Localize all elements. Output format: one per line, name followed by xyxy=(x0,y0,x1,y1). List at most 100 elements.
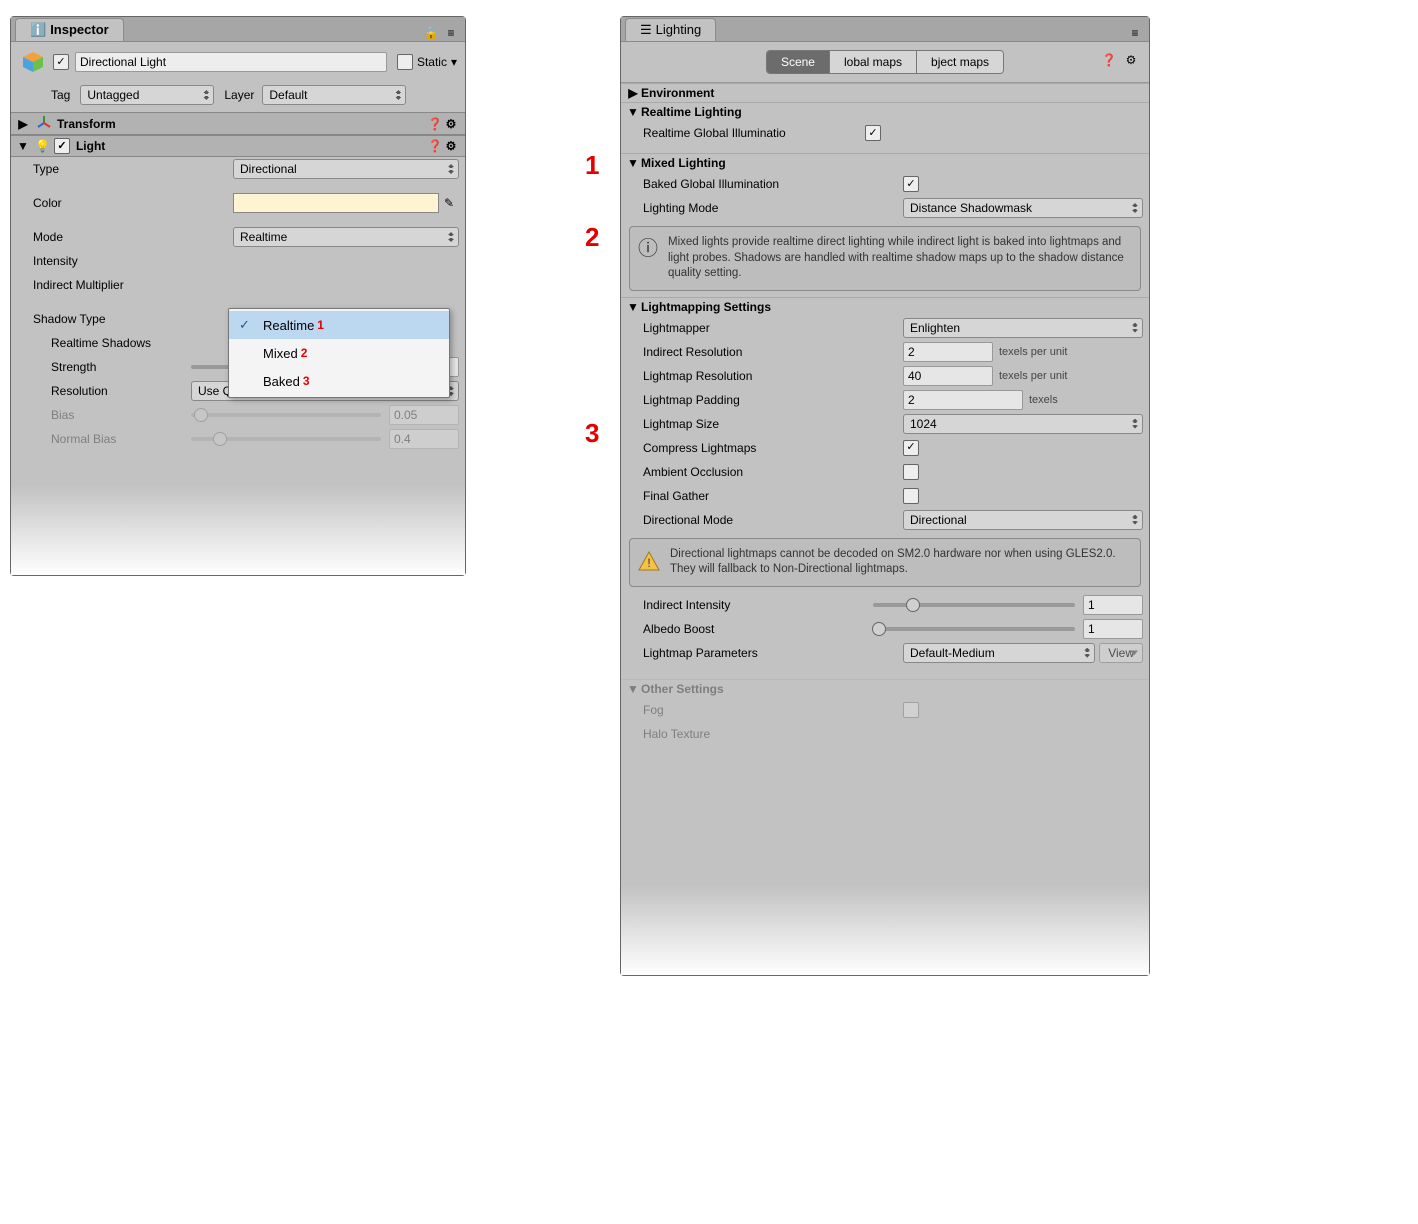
transform-header[interactable]: ▶ Transform ❓ ⚙ xyxy=(11,112,465,135)
lightmap-padding-field[interactable]: 2 xyxy=(903,390,1023,410)
lighting-tabbar: ☰Lighting ≡ xyxy=(621,17,1149,42)
lighting-panel: ☰Lighting ≡ Scene lobal maps bject maps … xyxy=(620,16,1150,976)
halo-label: Halo Texture xyxy=(643,727,903,741)
color-label: Color xyxy=(33,196,233,210)
svg-text:!: ! xyxy=(647,556,650,570)
lighting-mode-dropdown[interactable]: Distance Shadowmask xyxy=(903,198,1143,218)
help-icon[interactable]: ❓ xyxy=(427,138,443,154)
annotation-sup: 3 xyxy=(303,374,310,388)
inspector-tabbar: ℹ️Inspector 🔒 ≡ xyxy=(11,17,465,42)
other-settings-title: Other Settings xyxy=(641,682,724,696)
realtime-gi-checkbox[interactable] xyxy=(865,125,881,141)
mixed-lighting-header[interactable]: ▼ Mixed Lighting xyxy=(621,153,1149,172)
fold-icon: ▼ xyxy=(17,140,29,152)
lightmapper-dropdown[interactable]: Enlighten xyxy=(903,318,1143,338)
light-color-field[interactable] xyxy=(233,193,439,213)
lock-icon[interactable]: 🔒 xyxy=(423,25,439,41)
lightmap-res-field[interactable]: 40 xyxy=(903,366,993,386)
ao-checkbox[interactable] xyxy=(903,464,919,480)
compress-checkbox[interactable] xyxy=(903,440,919,456)
subtab-object-maps[interactable]: bject maps xyxy=(917,51,1003,73)
directional-warning-text: Directional lightmaps cannot be decoded … xyxy=(670,547,1132,578)
light-mode-popup: ✓Realtime1 Mixed2 Baked3 xyxy=(228,308,450,398)
lightmapping-header[interactable]: ▼ Lightmapping Settings xyxy=(621,297,1149,316)
gear-icon[interactable]: ⚙ xyxy=(1123,52,1139,68)
indirect-intensity-slider[interactable] xyxy=(873,603,1075,607)
intensity-label: Intensity xyxy=(33,254,233,268)
static-dropdown-icon[interactable]: ▾ xyxy=(451,55,457,69)
lighting-subtabs: Scene lobal maps bject maps ❓ ⚙ xyxy=(621,42,1149,83)
annotation-2: 2 xyxy=(585,222,599,253)
light-mode-dropdown[interactable]: Realtime xyxy=(233,227,459,247)
layer-dropdown[interactable]: Default xyxy=(262,85,406,105)
albedo-boost-field[interactable]: 1 xyxy=(1083,619,1143,639)
realtime-gi-label: Realtime Global Illuminatio xyxy=(643,126,865,140)
environment-header[interactable]: ▶ Environment xyxy=(621,83,1149,102)
mixed-info-text: Mixed lights provide realtime direct lig… xyxy=(668,235,1132,282)
other-settings-header[interactable]: ▼ Other Settings xyxy=(621,679,1149,698)
final-gather-checkbox[interactable] xyxy=(903,488,919,504)
subtab-global-maps[interactable]: lobal maps xyxy=(830,51,917,73)
gear-icon[interactable]: ⚙ xyxy=(443,138,459,154)
help-icon[interactable]: ❓ xyxy=(427,116,443,132)
gameobject-header: Directional Light Static ▾ xyxy=(11,42,465,82)
panel-menu-icon[interactable]: ≡ xyxy=(1127,25,1143,41)
mode-option-mixed[interactable]: Mixed2 xyxy=(229,339,449,367)
bias-field[interactable]: 0.05 xyxy=(389,405,459,425)
albedo-boost-slider[interactable] xyxy=(873,627,1075,631)
mode-option-baked[interactable]: Baked3 xyxy=(229,367,449,395)
lightbulb-icon: 💡 xyxy=(35,139,50,153)
axes-icon xyxy=(37,115,51,132)
lightmap-size-dropdown[interactable]: 1024 xyxy=(903,414,1143,434)
light-type-dropdown[interactable]: Directional xyxy=(233,159,459,179)
mode-option-label: Realtime xyxy=(263,318,314,333)
gameobject-enabled-checkbox[interactable] xyxy=(53,54,69,70)
annotation-3: 3 xyxy=(585,418,599,449)
mixed-info-box: ⓘ Mixed lights provide realtime direct l… xyxy=(629,226,1141,291)
normal-bias-field[interactable]: 0.4 xyxy=(389,429,459,449)
fog-checkbox[interactable] xyxy=(903,702,919,718)
lightmap-params-label: Lightmap Parameters xyxy=(643,646,903,660)
layer-label: Layer xyxy=(224,88,254,102)
annotation-sup: 1 xyxy=(317,318,324,332)
indirect-intensity-field[interactable]: 1 xyxy=(1083,595,1143,615)
normal-bias-slider[interactable] xyxy=(191,437,381,441)
tag-dropdown[interactable]: Untagged xyxy=(80,85,214,105)
baked-gi-checkbox[interactable] xyxy=(903,176,919,192)
tab-inspector[interactable]: ℹ️Inspector xyxy=(15,18,124,41)
gameobject-name-field[interactable]: Directional Light xyxy=(75,52,387,72)
indirect-res-field[interactable]: 2 xyxy=(903,342,993,362)
mode-option-label: Mixed xyxy=(263,346,298,361)
shadow-type-label: Shadow Type xyxy=(33,312,233,326)
light-header[interactable]: ▼ 💡 Light ❓ ⚙ xyxy=(11,135,465,157)
subtab-scene[interactable]: Scene xyxy=(767,51,830,73)
tab-lighting[interactable]: ☰Lighting xyxy=(625,18,716,41)
bias-slider[interactable] xyxy=(191,413,381,417)
gear-icon[interactable]: ⚙ xyxy=(443,116,459,132)
albedo-boost-label: Albedo Boost xyxy=(643,622,873,636)
directional-mode-dropdown[interactable]: Directional xyxy=(903,510,1143,530)
indirect-res-label: Indirect Resolution xyxy=(643,345,903,359)
mode-option-realtime[interactable]: ✓Realtime1 xyxy=(229,311,449,339)
annotation-1: 1 xyxy=(585,150,599,181)
info-icon: ⓘ xyxy=(638,235,658,263)
mode-label: Mode xyxy=(33,230,233,244)
fold-icon: ▶ xyxy=(627,87,639,99)
panel-menu-icon[interactable]: ≡ xyxy=(443,25,459,41)
resolution-label: Resolution xyxy=(51,384,191,398)
light-enabled-checkbox[interactable] xyxy=(54,138,70,154)
view-button[interactable]: View xyxy=(1099,643,1143,663)
directional-mode-label: Directional Mode xyxy=(643,513,903,527)
indirect-intensity-label: Indirect Intensity xyxy=(643,598,873,612)
normal-bias-label: Normal Bias xyxy=(51,432,191,446)
help-icon[interactable]: ❓ xyxy=(1101,52,1117,68)
eyedropper-icon[interactable]: ✎ xyxy=(439,196,459,210)
final-gather-label: Final Gather xyxy=(643,489,903,503)
lightmap-params-dropdown[interactable]: Default-Medium xyxy=(903,643,1095,663)
realtime-lighting-title: Realtime Lighting xyxy=(641,105,742,119)
fold-icon: ▶ xyxy=(17,118,29,130)
static-checkbox[interactable] xyxy=(397,54,413,70)
strength-label: Strength xyxy=(51,360,191,374)
realtime-lighting-header[interactable]: ▼ Realtime Lighting xyxy=(621,102,1149,121)
bias-label: Bias xyxy=(51,408,191,422)
